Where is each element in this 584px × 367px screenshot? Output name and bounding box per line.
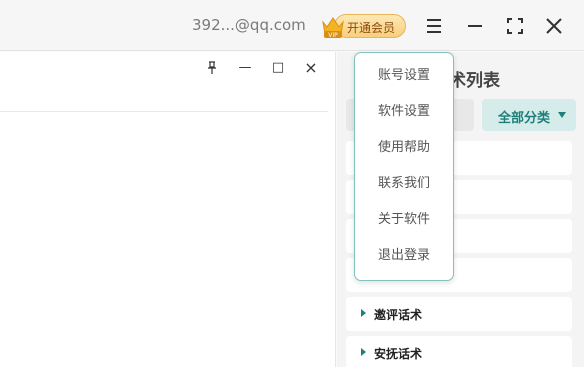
hamburger-icon: [427, 19, 441, 33]
menu-item-contact-us[interactable]: 联系我们: [355, 171, 453, 197]
menu-item-account-settings[interactable]: 账号设置: [355, 63, 453, 89]
account-email: 392...@qq.com: [192, 16, 306, 34]
close-icon: [546, 18, 562, 34]
vip-badge-text: VIP: [328, 32, 338, 39]
panel-minimize-button[interactable]: —: [235, 58, 255, 78]
menu-button[interactable]: [422, 14, 446, 38]
expand-arrow-icon: [361, 309, 366, 317]
panel-title: 术列表: [449, 71, 500, 91]
vip-upgrade-button[interactable]: VIP 开通会员: [320, 12, 408, 40]
pin-icon: [208, 61, 216, 74]
left-panel: — □ ×: [0, 52, 336, 367]
window-close-button[interactable]: [542, 14, 566, 38]
category-label: 安抚话术: [374, 347, 423, 361]
divider: [0, 111, 328, 112]
minimize-icon: [468, 25, 482, 27]
menu-item-software-settings[interactable]: 软件设置: [355, 99, 453, 125]
category-row[interactable]: 安抚话术: [346, 336, 572, 367]
pin-button[interactable]: [202, 58, 222, 78]
window-minimize-button[interactable]: [463, 14, 487, 38]
expand-arrow-icon: [361, 348, 366, 356]
vip-label: 开通会员: [347, 21, 396, 35]
title-bar: 392...@qq.com VIP 开通会员: [0, 0, 584, 51]
window-fullscreen-button[interactable]: [503, 14, 527, 38]
menu-item-help[interactable]: 使用帮助: [355, 135, 453, 161]
category-label: 邀评话术: [374, 308, 423, 322]
menu-item-about[interactable]: 关于软件: [355, 207, 453, 233]
panel-maximize-button[interactable]: □: [268, 58, 288, 78]
settings-dropdown-menu: 账号设置 软件设置 使用帮助 联系我们 关于软件 退出登录: [354, 52, 454, 281]
category-filter-select[interactable]: 全部分类: [482, 99, 576, 131]
category-row[interactable]: 邀评话术: [346, 297, 572, 331]
menu-item-logout[interactable]: 退出登录: [355, 243, 453, 269]
caret-down-icon: [558, 112, 566, 118]
vip-crown-icon: VIP: [322, 17, 344, 39]
filter-label: 全部分类: [498, 111, 551, 126]
panel-close-button[interactable]: ×: [301, 58, 321, 78]
app-window: 392...@qq.com VIP 开通会员 — □ × 术列表 全部分类 邀评…: [0, 0, 584, 367]
fullscreen-icon: [507, 18, 523, 34]
